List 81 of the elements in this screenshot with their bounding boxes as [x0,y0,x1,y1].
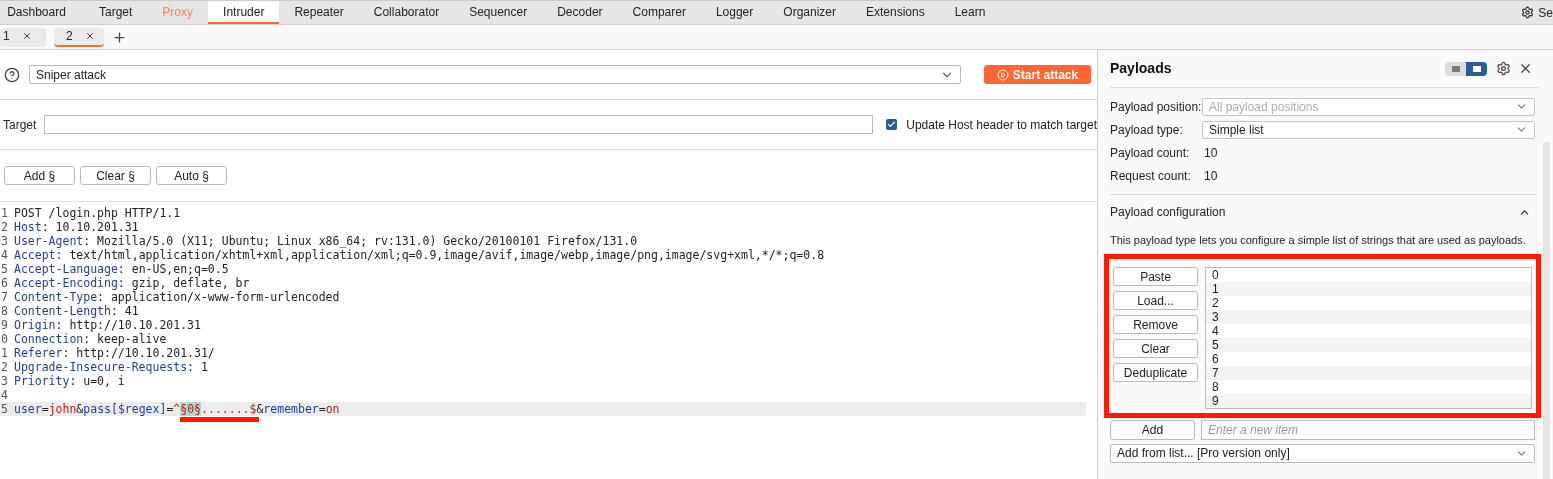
payload-item[interactable]: 1 [1206,281,1531,296]
main-tab[interactable]: Repeater [279,1,359,24]
payload-item[interactable]: 7 [1206,365,1531,380]
tab-label: 2 [66,28,73,45]
line-number: 1 [0,206,9,220]
request-line: Host: 10.10.201.31 [14,220,139,234]
target-label: Target [3,116,38,134]
line-number: 2 [0,360,9,374]
request-line: Origin: http://10.10.201.31 [14,318,201,332]
line-number: 8 [0,304,9,318]
request-tab[interactable]: 2 [54,27,104,47]
main-tab[interactable]: Decoder [542,1,618,24]
request-line: Referer: http://10.10.201.31/ [14,346,215,360]
line-number: 3 [0,234,9,248]
field-label: Request count: [1110,167,1192,185]
attack-type-select[interactable]: Sniper attack [29,65,961,84]
line-number: 5 [0,262,9,276]
main-tab[interactable]: Collaborator [358,1,455,24]
request-line: Accept-Encoding: gzip, deflate, br [14,276,250,290]
description: This payload type lets you configure a simple list of strings that are used as payloads. [1110,233,1527,248]
count-value: 10 [1203,144,1218,162]
payload-item[interactable]: 9 [1206,393,1531,408]
main-tab[interactable]: Intruder [208,1,280,24]
request-line: Accept: text/html,application/xhtml+xml,application/xml;q=0.9,image/avif,image/webp,image/png,image/svg+xml,*/*;q=0.8 [14,248,825,262]
request-line: Accept-Language: en-US,en;q=0.5 [14,262,229,276]
request-tab[interactable]: 1 [0,27,46,47]
checkbox-label: Update Host header to match target [906,116,1097,134]
line-number: 6 [0,276,9,290]
main-tab[interactable]: Comparer [617,1,701,24]
position-button[interactable]: Auto § [156,166,227,185]
main-tab[interactable]: Sequencer [454,1,543,24]
request-line: user=john&pass[$regex]=^§0§.......$&remember=on [14,402,340,416]
request-line: Upgrade-Insecure-Requests: 1 [14,360,208,374]
field-label: Payload type: [1110,121,1184,139]
section-title: Payload configuration [1110,204,1226,221]
request-line: Connection: keep-alive [14,332,167,346]
main-tab[interactable]: Logger [700,1,769,24]
request-line: POST /login.php HTTP/1.1 [14,206,181,220]
payload-list[interactable]: 0 1 2 3 4 5 6 7 8 9 [1205,266,1532,409]
line-number: 4 [0,248,9,262]
line-number: 0 [0,332,9,346]
payload-item[interactable]: 5 [1206,337,1531,352]
payload-item[interactable]: 2 [1206,295,1531,310]
main-tab[interactable]: Target [84,1,148,24]
line-number: 9 [0,318,9,332]
new-item-field[interactable]: Enter a new item [1201,419,1535,440]
list-button[interactable]: Load... [1113,290,1198,310]
tab-label: 1 [3,28,10,45]
payload-item[interactable]: 0 [1206,267,1531,282]
position-button[interactable]: Clear § [80,166,151,185]
request-line: Content-Length: 41 [14,304,139,318]
request-line: User-Agent: Mozilla/5.0 (X11; Ubuntu; Linux x86_64; rv:131.0) Gecko/20100101 Firefox/131.0 [14,234,638,248]
main-tab[interactable]: Dashboard [0,1,84,24]
settings-button[interactable]: Se [1521,1,1553,24]
payload-item[interactable]: 6 [1206,351,1531,366]
line-number: 7 [0,290,9,304]
count-value: 10 [1203,167,1218,185]
payload-item[interactable]: 8 [1206,379,1531,394]
request-line: Content-Type: application/x-www-form-urlencoded [14,290,340,304]
line-number: 4 [0,388,9,402]
request-line: Priority: u=0, i [14,374,125,388]
add-from-list-select[interactable]: Add from list... [Pro version only] [1110,443,1535,463]
line-number: 5 [0,402,9,416]
panel-title: Payloads [1110,59,1172,78]
list-button[interactable]: Paste [1113,266,1198,286]
add-button[interactable]: Add [1110,419,1195,440]
list-button[interactable]: Remove [1113,314,1198,334]
line-number: 3 [0,374,9,388]
field-label: Payload position: [1110,98,1202,116]
main-tab[interactable]: Organizer [768,1,851,24]
line-number: 2 [0,220,9,234]
list-button[interactable]: Clear [1113,338,1198,358]
line-number: 1 [0,346,9,360]
position-button[interactable]: Add § [4,166,75,185]
select-field[interactable]: Simple list [1202,120,1535,139]
list-button[interactable]: Deduplicate [1113,362,1198,382]
payload-item[interactable]: 3 [1206,309,1531,324]
payload-item[interactable]: 4 [1206,323,1531,338]
main-tab[interactable]: Extensions [851,1,940,24]
field-label: Payload count: [1110,144,1191,162]
main-tab[interactable]: Learn [939,1,1001,24]
